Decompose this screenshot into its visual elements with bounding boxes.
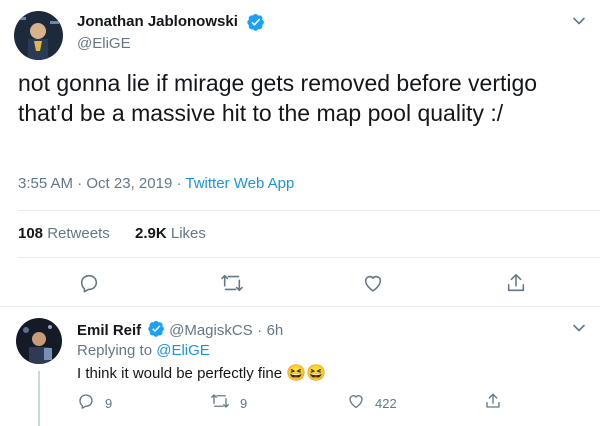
reply-action-reply[interactable]: 9: [77, 392, 112, 415]
verified-badge-icon: [247, 13, 265, 36]
chevron-down-icon[interactable]: [572, 14, 586, 33]
retweet-icon[interactable]: [220, 272, 244, 299]
reply-action-like[interactable]: 422: [347, 392, 397, 415]
reply-icon[interactable]: [78, 272, 100, 299]
like-icon: [347, 392, 365, 415]
replying-prefix: Replying to: [77, 342, 153, 359]
share-icon[interactable]: [505, 272, 527, 299]
retweet-icon: [210, 392, 230, 415]
meta-separator: ·: [77, 175, 83, 192]
retweets-count: 108: [18, 225, 44, 242]
reply-author-avatar[interactable]: [16, 318, 62, 364]
retweet-count: 9: [240, 396, 248, 411]
reply-icon: [77, 392, 95, 415]
reply-author-name[interactable]: Emil Reif: [77, 322, 141, 339]
reply-count: 9: [105, 396, 113, 411]
like-icon[interactable]: [362, 272, 384, 299]
divider: [0, 306, 600, 307]
reply-header: Emil Reif @MagiskCS · 6h: [77, 320, 283, 342]
chevron-down-icon[interactable]: [572, 321, 586, 340]
likes-count: 2.9K: [135, 225, 167, 242]
meta-separator: ·: [176, 175, 182, 192]
divider: [18, 257, 600, 258]
reply-age[interactable]: 6h: [267, 322, 284, 339]
likes-label: Likes: [170, 225, 206, 242]
reply-text-body: I think it would be perfectly fine: [77, 365, 283, 382]
like-count: 422: [375, 396, 397, 411]
verified-badge-icon: [147, 320, 165, 342]
tweet-meta: 3:55 AM · Oct 23, 2019 · Twitter Web App: [18, 175, 294, 192]
author-name[interactable]: Jonathan Jablonowski: [77, 13, 238, 30]
retweets-stat[interactable]: 108 Retweets: [18, 225, 110, 242]
meta-separator: ·: [257, 322, 263, 340]
tweet-text: not gonna lie if mirage gets removed bef…: [18, 70, 538, 126]
tweet-time[interactable]: 3:55 AM: [18, 175, 73, 192]
author-handle[interactable]: @EliGE: [77, 35, 131, 52]
reply-action-retweet[interactable]: 9: [210, 392, 247, 415]
thread-line: [38, 371, 40, 426]
reply-author-handle[interactable]: @MagiskCS: [169, 322, 253, 339]
replying-to: Replying to @EliGE: [77, 342, 210, 359]
retweets-label: Retweets: [47, 225, 110, 242]
share-icon[interactable]: [484, 392, 502, 415]
tweet-date[interactable]: Oct 23, 2019: [86, 175, 172, 192]
laughing-emoji: 😆😆: [286, 365, 327, 382]
likes-stat[interactable]: 2.9K Likes: [135, 225, 206, 242]
tweet-source-link[interactable]: Twitter Web App: [185, 175, 294, 192]
author-avatar[interactable]: [14, 11, 63, 60]
replying-to-link[interactable]: @EliGE: [156, 342, 210, 359]
reply-text: I think it would be perfectly fine 😆😆: [77, 363, 326, 383]
divider: [18, 210, 600, 211]
